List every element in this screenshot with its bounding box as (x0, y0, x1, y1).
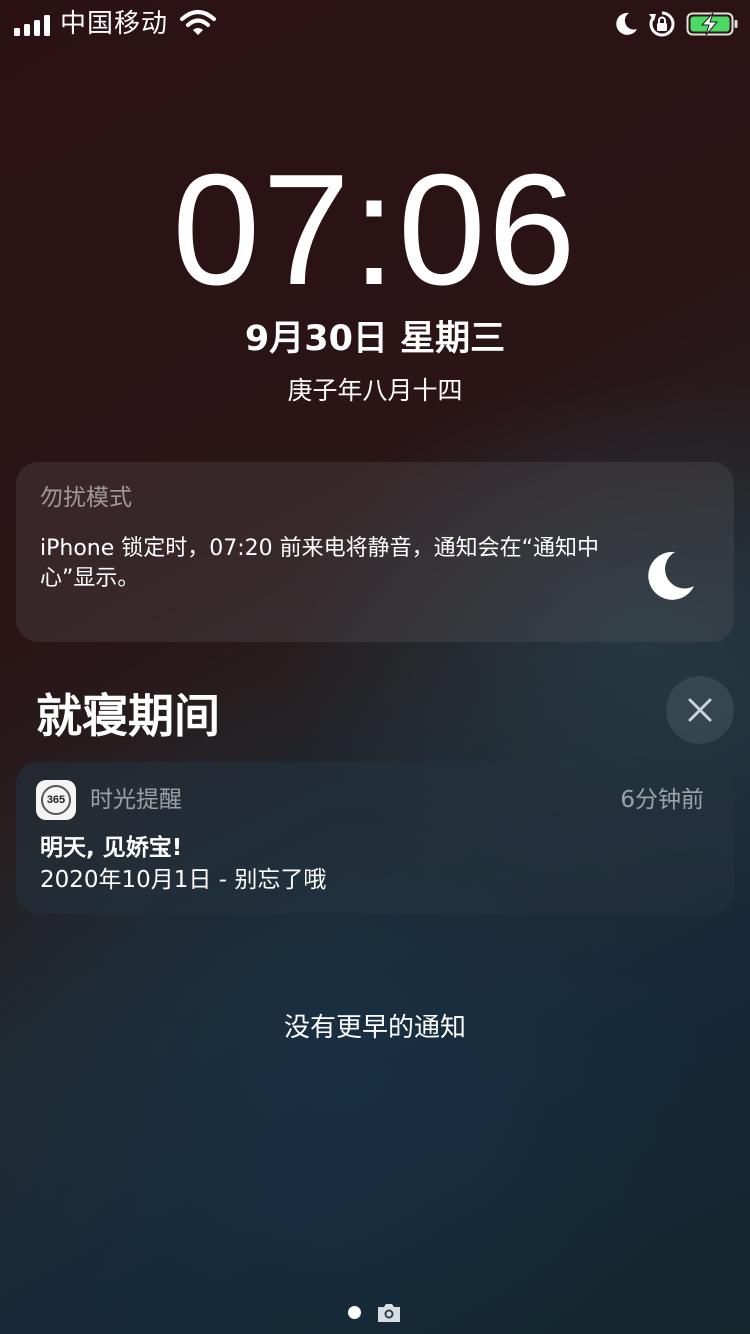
notification-title: 明天, 见娇宝! (40, 835, 183, 861)
moon-icon (616, 12, 637, 35)
page-dot-icon[interactable] (348, 1306, 361, 1319)
rotation-lock-icon (649, 11, 675, 37)
do-not-disturb-card[interactable]: 勿扰模式 iPhone 锁定时，07:20 前来电将静音，通知会在“通知中心”显… (16, 462, 734, 642)
lock-screen-date: 9月30日 星期三 (244, 319, 506, 359)
notification-card[interactable]: 365 时光提醒 6分钟前 明天, 见娇宝! 2020年10月1日 - 别忘了哦 (16, 762, 734, 914)
clear-notifications-button[interactable] (666, 676, 734, 744)
carrier-name: 中国移动 (60, 9, 169, 39)
app-icon-label: 365 (46, 794, 66, 806)
notification-time: 6分钟前 (620, 787, 704, 813)
battery-charging-icon (686, 12, 738, 36)
wifi-icon (180, 10, 216, 35)
dnd-title: 勿扰模式 (40, 485, 132, 511)
moon-icon (648, 551, 694, 600)
close-icon (688, 698, 712, 722)
app-name: 时光提醒 (90, 787, 182, 813)
app-icon: 365 (36, 780, 76, 820)
dnd-message: iPhone 锁定时，07:20 前来电将静音，通知会在“通知中心”显示。 (40, 536, 600, 591)
notification-body: 2020年10月1日 - 别忘了哦 (40, 867, 327, 893)
signal-bars-icon (14, 14, 52, 36)
status-bar: 中国移动 (0, 0, 750, 48)
no-earlier-notifications-text: 没有更早的通知 (283, 1013, 466, 1043)
section-title: 就寝期间 (36, 689, 220, 743)
lock-screen-time: 07:06 (172, 142, 578, 318)
lunar-date: 庚子年八月十四 (287, 376, 463, 405)
camera-icon[interactable] (376, 1302, 402, 1324)
